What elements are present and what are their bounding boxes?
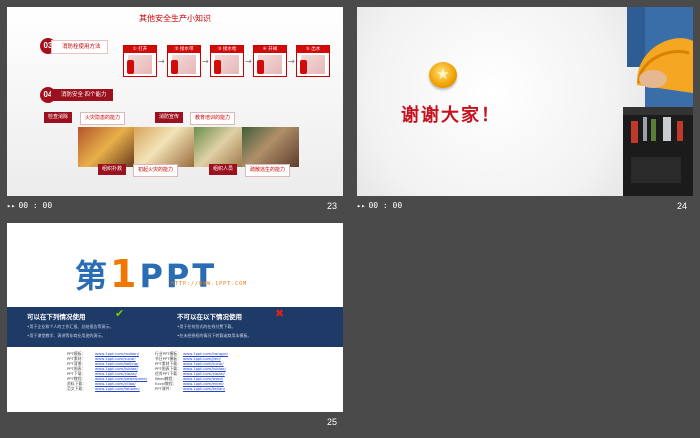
capability-desc: 火灾隐患的能力 <box>80 112 126 125</box>
slide-timing: ▸▸ 00 : 00 <box>7 201 53 210</box>
resource-link[interactable]: www.1ppt.com/fanwen/ <box>95 386 140 391</box>
capability-desc: 教育培训的能力 <box>190 112 236 125</box>
capability-desc: 初起火灾的能力 <box>133 164 179 177</box>
slide-thumbnail-23[interactable]: 其他安全生产小知识 03 消防栓使用方法 ① 打开 → ② 接水带 → ③ 接水… <box>7 7 343 196</box>
hydrant-step-3: ③ 接水枪 <box>210 45 244 77</box>
arrow-right-icon: → <box>202 57 209 66</box>
capability-title: 检查消除 <box>44 112 73 123</box>
slide-title: 其他安全生产小知识 <box>139 14 211 23</box>
can-use-title: 可以在下列情况使用 <box>27 314 86 321</box>
firefighting-photo <box>78 127 134 167</box>
section-label: 消防栓使用方法 <box>51 40 108 54</box>
arrow-right-icon: → <box>245 57 252 66</box>
can-use-line: •用于企业和个人的工作汇报、总结报告等演示。 <box>27 324 114 329</box>
hydrant-step-1: ① 打开 <box>123 45 157 77</box>
capability-desc: 疏散逃生的能力 <box>245 164 291 177</box>
brand-logo: 第1PPT <box>75 251 217 297</box>
play-icon: ▸▸ <box>7 202 16 210</box>
logo-number: 1 <box>110 252 140 296</box>
slide-thumbnail-24[interactable]: ★ 谢谢大家！ <box>357 7 693 196</box>
slide-number: 23 <box>327 201 338 211</box>
slide-timing: ▸▸ 00 : 00 <box>357 201 403 210</box>
cross-icon: ✖ <box>275 307 285 320</box>
logo-text: 第 <box>75 257 111 295</box>
cannot-use-title: 不可以在以下情况使用 <box>177 314 242 321</box>
capability-title: 消防宣传 <box>155 112 184 123</box>
checkmark-icon: ✔ <box>115 307 125 320</box>
cannot-use-line: •用于任何形式的在线付费下载。 <box>177 324 236 329</box>
capability-title: 组织扑救 <box>98 164 127 175</box>
evacuation-photo <box>194 127 242 167</box>
arrow-right-icon: → <box>288 57 295 66</box>
resource-link[interactable]: www.1ppt.com/kejian/ <box>183 386 225 391</box>
arrow-right-icon: → <box>158 57 165 66</box>
logo-ppt: PPT <box>139 257 218 295</box>
capability-title: 组织人员 <box>209 164 238 175</box>
slide-number: 25 <box>327 417 338 427</box>
can-use-line: •用于课堂教学、演讲等非商业用途的演示。 <box>27 333 106 338</box>
cannot-use-line: •在未经授权的情况下转载或商用本模板。 <box>177 333 252 338</box>
worker-helmet-toolbelt-image <box>623 7 693 196</box>
hydrant-step-5: ⑤ 出水 <box>296 45 330 77</box>
gold-star-coin-icon: ★ <box>429 62 457 88</box>
hydrant-step-2: ② 接水带 <box>167 45 201 77</box>
link-list-left: PPT模板： www.1ppt.com/moban/ PPT素材： www.1ppt… <box>67 351 148 391</box>
training-photo <box>134 127 194 167</box>
play-icon: ▸▸ <box>357 202 366 210</box>
slide-number: 24 <box>677 201 688 211</box>
slide-thumbnail-25[interactable]: 第1PPT HTTP://WWW.1PPT.COM 可以在下列情况使用 ✔ •用… <box>7 223 343 412</box>
hydrant-step-4: ④ 开阀 <box>253 45 287 77</box>
thanks-text: 谢谢大家！ <box>401 105 501 126</box>
logo-url: HTTP://WWW.1PPT.COM <box>171 281 248 287</box>
crowd-photo <box>242 127 299 167</box>
link-list-right: 行业PPT模板： www.1ppt.com/hangye/ 节日PPT模板： www… <box>155 351 228 391</box>
section-label: 消防安全 四个能力 <box>51 89 113 101</box>
usage-terms-band: 可以在下列情况使用 ✔ •用于企业和个人的工作汇报、总结报告等演示。 •用于课堂… <box>7 307 343 347</box>
